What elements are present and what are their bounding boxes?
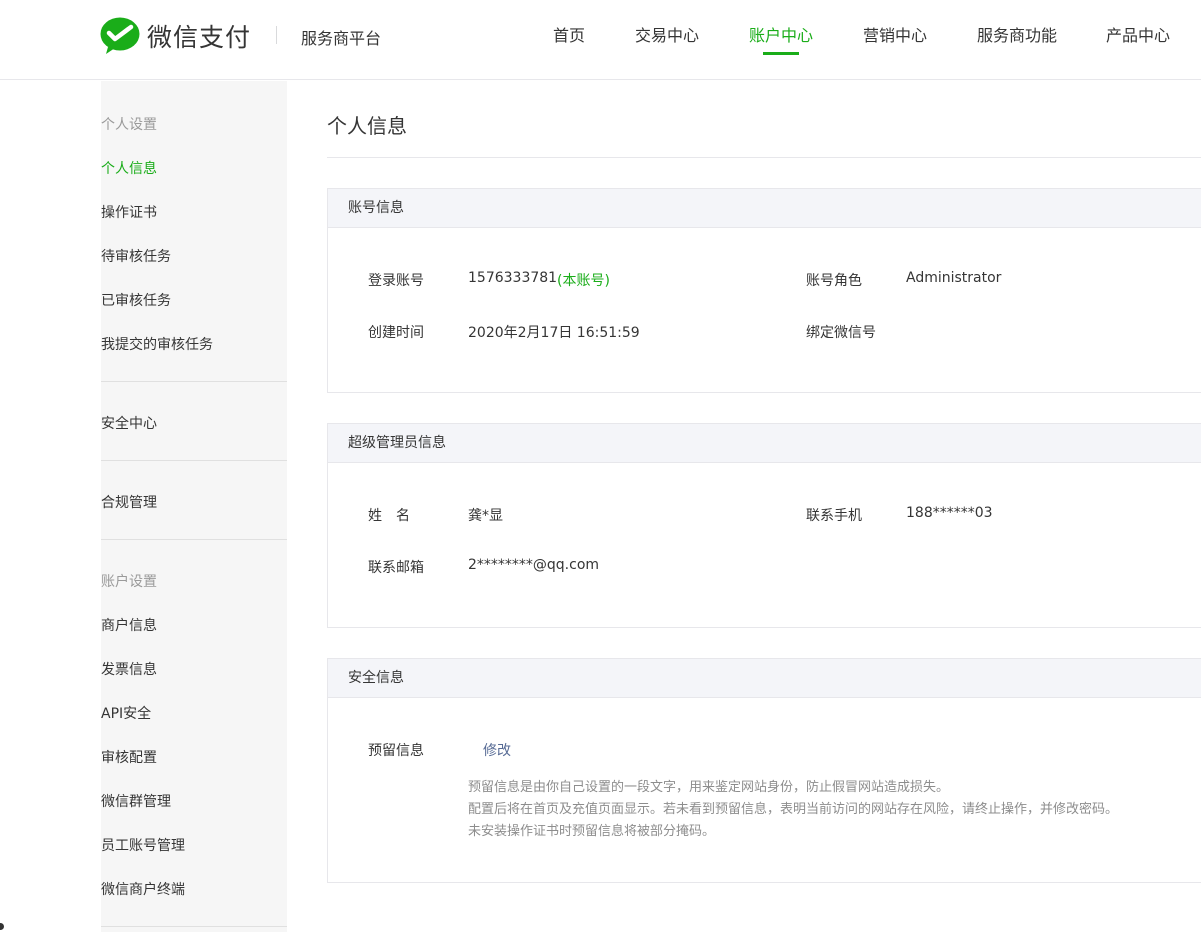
page-title: 个人信息 <box>327 114 407 138</box>
sidebar-item-personal-info[interactable]: 个人信息 <box>101 158 157 178</box>
nav-active-indicator <box>763 52 799 55</box>
cursor-dot <box>0 923 4 930</box>
sidebar-item-reviewed-tasks[interactable]: 已审核任务 <box>101 290 171 310</box>
admin-phone-label: 联系手机 <box>806 508 862 524</box>
nav-marketing-center[interactable]: 营销中心 <box>863 22 927 46</box>
reserved-info-label: 预留信息 <box>368 743 424 759</box>
admin-name-label: 姓 名 <box>368 508 410 524</box>
reserved-info-note-3: 未安装操作证书时预留信息将被部分掩码。 <box>468 824 716 839</box>
admin-name-value: 龚*显 <box>468 508 503 524</box>
security-info-heading: 安全信息 <box>328 659 1201 698</box>
platform-name: 服务商平台 <box>301 29 382 48</box>
security-info-card: 安全信息 预留信息 修改 预留信息是由你自己设置的一段文字，用来鉴定网站身份，防… <box>327 658 1201 883</box>
reserved-info-note-1: 预留信息是由你自己设置的一段文字，用来鉴定网站身份，防止假冒网站造成损失。 <box>468 780 950 795</box>
sidebar-item-security-center[interactable]: 安全中心 <box>101 413 157 433</box>
brand-name: 微信支付 <box>147 23 252 52</box>
nav-provider-features[interactable]: 服务商功能 <box>977 22 1057 46</box>
admin-phone-value: 188******03 <box>906 505 993 521</box>
super-admin-heading: 超级管理员信息 <box>328 424 1201 463</box>
sidebar-item-api-security[interactable]: API安全 <box>101 703 151 723</box>
current-account-tag: (本账号) <box>557 273 610 289</box>
login-account-value: 1576333781 <box>468 270 558 286</box>
account-info-heading: 账号信息 <box>328 189 1201 228</box>
title-divider <box>327 157 1201 158</box>
sidebar-item-merchant-info[interactable]: 商户信息 <box>101 615 157 635</box>
created-time-label: 创建时间 <box>368 325 424 341</box>
sidebar-item-certificate[interactable]: 操作证书 <box>101 202 157 222</box>
sidebar-divider <box>101 926 287 927</box>
login-account-label: 登录账号 <box>368 273 424 289</box>
nav-product-center[interactable]: 产品中心 <box>1106 22 1170 46</box>
sidebar-divider <box>101 460 287 461</box>
sidebar-item-compliance[interactable]: 合规管理 <box>101 492 157 512</box>
sidebar-item-pending-tasks[interactable]: 待审核任务 <box>101 246 171 266</box>
wechat-pay-logo-icon <box>100 17 140 54</box>
sidebar-item-wechat-group[interactable]: 微信群管理 <box>101 791 171 811</box>
sidebar-divider <box>101 539 287 540</box>
nav-trade-center[interactable]: 交易中心 <box>635 22 699 46</box>
sidebar-group-personal: 个人设置 <box>101 117 157 133</box>
admin-email-value: 2********@qq.com <box>468 557 600 573</box>
account-role-label: 账号角色 <box>806 273 862 289</box>
top-header: 微信支付 服务商平台 首页 交易中心 账户中心 营销中心 服务商功能 产品中心 <box>0 0 1201 80</box>
header-divider <box>276 26 277 44</box>
admin-email-label: 联系邮箱 <box>368 560 424 576</box>
created-time-value: 2020年2月17日 16:51:59 <box>468 325 640 341</box>
sidebar-group-account: 账户设置 <box>101 574 157 590</box>
account-role-value: Administrator <box>906 270 1002 286</box>
sidebar-item-invoice-info[interactable]: 发票信息 <box>101 659 157 679</box>
wechat-pay-logo[interactable]: 微信支付 <box>100 17 251 55</box>
super-admin-card: 超级管理员信息 姓 名 龚*显 联系手机 188******03 联系邮箱 2*… <box>327 423 1201 628</box>
reserved-info-note-2: 配置后将在首页及充值页面显示。若未看到预留信息，表明当前访问的网站存在风险，请终… <box>468 802 1119 817</box>
bound-wechat-label: 绑定微信号 <box>806 325 876 341</box>
nav-account-center[interactable]: 账户中心 <box>749 22 813 46</box>
nav-home[interactable]: 首页 <box>553 22 585 46</box>
sidebar-item-merchant-terminal[interactable]: 微信商户终端 <box>101 879 185 899</box>
modify-reserved-info-link[interactable]: 修改 <box>483 740 511 760</box>
sidebar-item-submitted-tasks[interactable]: 我提交的审核任务 <box>101 334 213 354</box>
sidebar-divider <box>101 381 287 382</box>
sidebar: 个人设置 个人信息 操作证书 待审核任务 已审核任务 我提交的审核任务 安全中心… <box>101 81 287 932</box>
account-info-card: 账号信息 登录账号 1576333781 (本账号) 账号角色 Administ… <box>327 188 1201 393</box>
sidebar-item-staff-accounts[interactable]: 员工账号管理 <box>101 835 185 855</box>
sidebar-item-review-config[interactable]: 审核配置 <box>101 747 157 767</box>
